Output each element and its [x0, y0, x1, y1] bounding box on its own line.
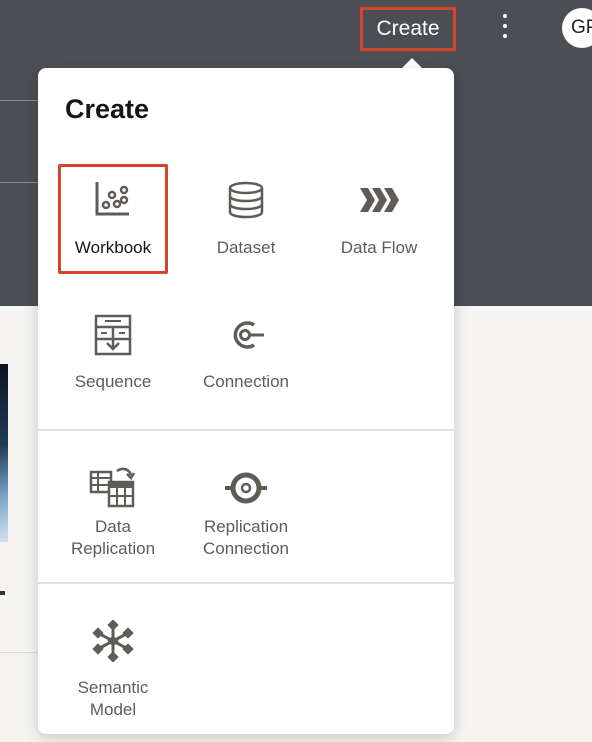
more-options-icon[interactable]: [495, 12, 515, 42]
divider-line: [0, 182, 40, 183]
data-flow-icon: [360, 188, 399, 212]
item-label: Data Flow: [340, 238, 418, 257]
popup-title: Create: [65, 94, 150, 124]
item-label: Workbook: [74, 238, 152, 257]
semantic-model-icon: [92, 620, 134, 662]
workbook-icon: [95, 182, 129, 216]
data-replication-button[interactable]: Data Replication: [53, 466, 173, 560]
semantic-model-button[interactable]: Semantic Model: [53, 620, 173, 721]
connection-icon: [233, 321, 264, 349]
data-flow-button[interactable]: Data Flow: [319, 180, 439, 259]
section-divider: [38, 429, 454, 431]
section-divider: [38, 582, 454, 584]
data-replication-icon: [89, 467, 136, 508]
dataset-button[interactable]: Dataset: [186, 180, 306, 259]
replication-connection-icon: [225, 472, 267, 504]
item-label: Replication Connection: [202, 517, 289, 558]
item-label: Dataset: [216, 238, 276, 257]
truncated-text: [0, 591, 5, 595]
item-label: Semantic Model: [77, 678, 149, 719]
replication-connection-button[interactable]: Replication Connection: [186, 468, 306, 560]
create-popup: Create Workbook Dataset Data Flow Sequen…: [38, 68, 454, 734]
avatar[interactable]: GP: [562, 8, 592, 48]
divider-line: [0, 100, 40, 101]
item-label: Data Replication: [70, 517, 156, 558]
thumbnail-image[interactable]: [0, 364, 8, 542]
sequence-button[interactable]: Sequence: [53, 314, 173, 393]
divider-line: [0, 652, 40, 653]
create-button[interactable]: Create: [360, 7, 456, 51]
dataset-icon: [228, 181, 264, 219]
item-label: Connection: [202, 372, 289, 391]
workbook-button[interactable]: Workbook: [53, 178, 173, 259]
sequence-icon: [94, 314, 132, 356]
connection-button[interactable]: Connection: [186, 314, 306, 393]
item-label: Sequence: [74, 372, 152, 391]
